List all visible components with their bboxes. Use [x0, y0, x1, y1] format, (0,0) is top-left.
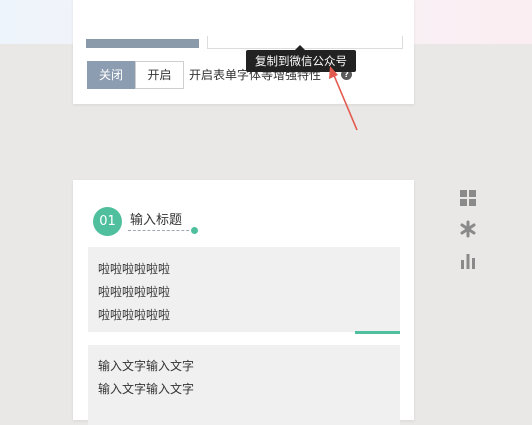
- text-line: 输入文字输入文字: [98, 382, 195, 396]
- bar-chart-button[interactable]: [459, 252, 477, 270]
- bar-chart-icon: [461, 254, 475, 269]
- title-dot: [191, 227, 198, 234]
- dropdown-partial[interactable]: [86, 39, 199, 48]
- asterisk-button[interactable]: [459, 220, 477, 238]
- grid-icon: [460, 190, 476, 206]
- text-block[interactable]: 输入文字输入文字 输入文字输入文字: [88, 345, 400, 425]
- text-block[interactable]: 啦啦啦啦啦啦 啦啦啦啦啦啦 啦啦啦啦啦啦: [88, 247, 400, 332]
- asterisk-icon: [460, 220, 476, 238]
- title-underline: [128, 230, 194, 231]
- toggle-off-button[interactable]: 关闭: [87, 61, 135, 89]
- text-line: 啦啦啦啦啦啦: [98, 308, 171, 322]
- section-title[interactable]: 输入标题: [130, 209, 182, 228]
- grid-button[interactable]: [459, 189, 477, 207]
- content-card: 01 输入标题 啦啦啦啦啦啦 啦啦啦啦啦啦 啦啦啦啦啦啦 输入文字输入文字 输入…: [73, 180, 414, 425]
- input-partial[interactable]: [207, 36, 403, 49]
- section-number-badge: 01: [93, 207, 122, 236]
- text-line: 啦啦啦啦啦啦: [98, 285, 171, 299]
- text-line: 啦啦啦啦啦啦: [98, 262, 171, 276]
- text-line: 输入文字输入文字: [98, 359, 195, 373]
- accent-bar: [355, 331, 400, 334]
- toggle-on-button[interactable]: 开启: [135, 61, 184, 89]
- annotation-arrow-icon: [329, 66, 358, 131]
